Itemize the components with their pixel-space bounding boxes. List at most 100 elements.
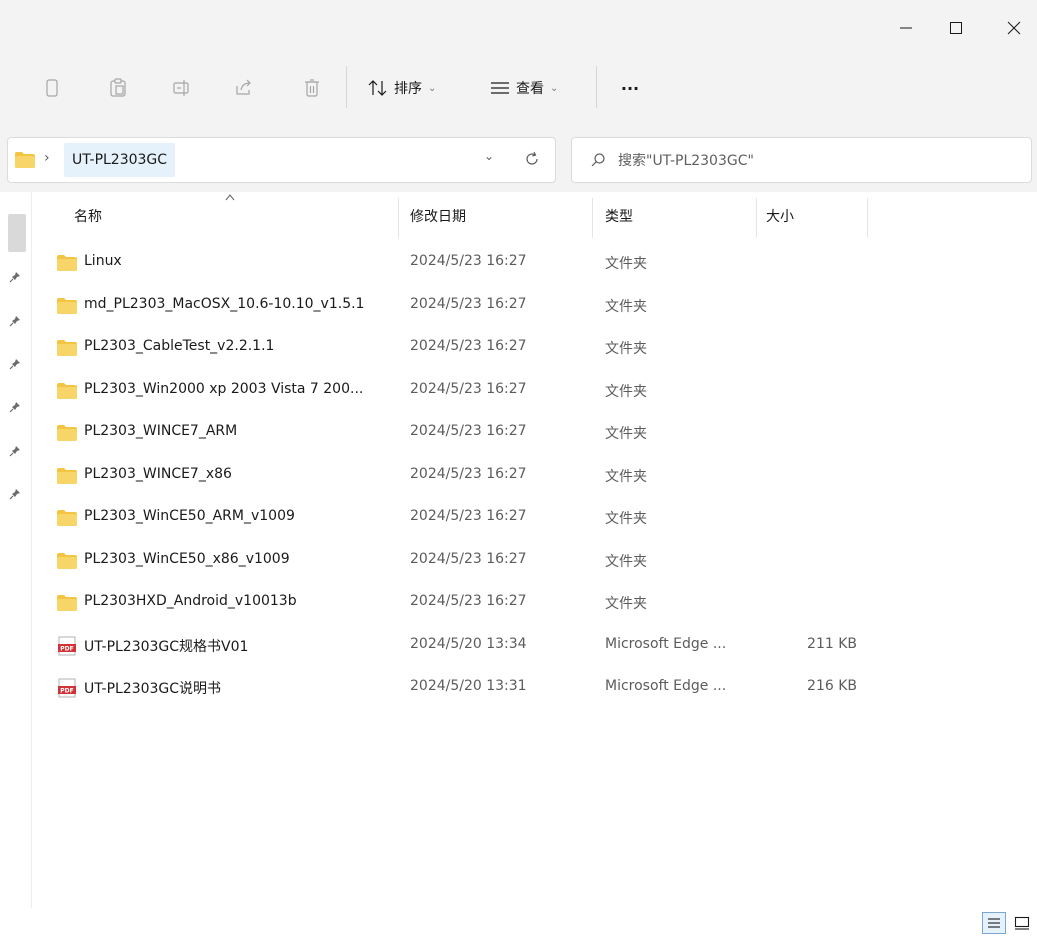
column-header-size[interactable]: 大小 bbox=[766, 206, 794, 226]
file-type: 文件夹 bbox=[605, 468, 647, 485]
address-history-chevron[interactable]: ⌄ bbox=[484, 149, 494, 163]
file-row[interactable]: PL2303_Win2000 xp 2003 Vista 7 200... 202… bbox=[32, 370, 1037, 412]
folder-icon bbox=[57, 340, 77, 356]
more-options-button[interactable]: ··· bbox=[612, 70, 648, 106]
search-box[interactable]: 搜索"UT-PL2303GC" bbox=[571, 137, 1032, 183]
file-row[interactable]: PL2303HXD_Android_v10013b 2024/5/23 16:27… bbox=[32, 582, 1037, 624]
file-name[interactable]: Linux bbox=[84, 253, 394, 269]
view-icon bbox=[491, 82, 509, 94]
file-name[interactable]: PL2303_WinCE50_x86_v1009 bbox=[84, 551, 394, 567]
paste-button[interactable] bbox=[100, 70, 136, 106]
pin-icon[interactable] bbox=[6, 312, 24, 330]
file-name[interactable]: PL2303_Win2000 xp 2003 Vista 7 200... bbox=[84, 381, 394, 397]
folder-icon bbox=[57, 297, 77, 314]
breadcrumb-label: UT-PL2303GC bbox=[72, 152, 168, 168]
chevron-down-icon: ⌄ bbox=[550, 82, 559, 94]
details-view-button[interactable] bbox=[982, 912, 1006, 934]
file-date: 2024/5/23 16:27 bbox=[410, 423, 527, 439]
view-toggle-group bbox=[982, 912, 1034, 934]
file-name[interactable]: PL2303_WinCE50_ARM_v1009 bbox=[84, 508, 394, 524]
view-button[interactable]: 查看 ⌄ bbox=[490, 70, 558, 106]
column-header-row: 名称 修改日期 类型 大小 bbox=[32, 192, 1037, 242]
column-divider[interactable] bbox=[867, 198, 868, 238]
view-label: 查看 bbox=[516, 81, 544, 97]
column-divider[interactable] bbox=[398, 198, 399, 238]
toolbar-separator bbox=[596, 66, 597, 108]
pin-icon[interactable] bbox=[6, 355, 24, 373]
pin-icon[interactable] bbox=[6, 442, 24, 460]
minimize-button[interactable] bbox=[883, 8, 929, 48]
file-type: 文件夹 bbox=[605, 511, 647, 527]
column-divider[interactable] bbox=[756, 198, 757, 238]
file-type: 文件夹 bbox=[605, 596, 647, 612]
file-date: 2024/5/23 16:27 bbox=[410, 338, 527, 354]
file-date: 2024/5/23 16:27 bbox=[410, 465, 527, 482]
file-row[interactable]: PDF UT-PL2303GC规格书V01 2024/5/20 13:34 Micro… bbox=[32, 625, 1037, 667]
column-divider[interactable] bbox=[592, 198, 593, 238]
refresh-icon[interactable] bbox=[524, 151, 540, 167]
file-row[interactable]: md_PL2303_MacOSX_10.6-10.10_v1.5.1 2024/5… bbox=[32, 285, 1037, 327]
chevron-down-icon: ⌄ bbox=[428, 82, 437, 94]
address-bar[interactable]: › UT-PL2303GC ⌄ bbox=[7, 137, 556, 183]
file-date: 2024/5/23 16:27 bbox=[410, 550, 527, 567]
file-date: 2024/5/23 16:27 bbox=[410, 295, 527, 312]
file-date: 2024/5/23 16:27 bbox=[410, 593, 527, 609]
sort-icon bbox=[368, 80, 387, 96]
folder-icon bbox=[57, 255, 77, 271]
minimize-icon bbox=[900, 27, 912, 29]
file-name[interactable]: PL2303_CableTest_v2.2.1.1 bbox=[84, 338, 394, 354]
file-name[interactable]: UT-PL2303GC规格书V01 bbox=[84, 636, 394, 656]
rename-button[interactable] bbox=[164, 70, 200, 106]
breadcrumb-current[interactable]: UT-PL2303GC bbox=[64, 143, 176, 177]
file-row[interactable]: PL2303_CableTest_v2.2.1.1 2024/5/23 16:27… bbox=[32, 327, 1037, 369]
file-size: 216 KB bbox=[807, 678, 857, 694]
file-row[interactable]: PDF UT-PL2303GC说明书 2024/5/20 13:31 Microsof… bbox=[32, 667, 1037, 709]
file-name[interactable]: UT-PL2303GC说明书 bbox=[84, 678, 394, 698]
file-type: 文件夹 bbox=[605, 341, 647, 357]
folder-icon bbox=[57, 467, 77, 484]
share-button[interactable] bbox=[226, 70, 262, 106]
column-header-type[interactable]: 类型 bbox=[605, 206, 633, 226]
file-row[interactable]: PL2303_WINCE7_x86 2024/5/23 16:27 文件夹 bbox=[32, 455, 1037, 497]
sort-ascending-icon bbox=[225, 194, 235, 201]
file-date: 2024/5/23 16:27 bbox=[410, 253, 527, 269]
file-name[interactable]: md_PL2303_MacOSX_10.6-10.10_v1.5.1 bbox=[84, 296, 394, 312]
svg-text:PDF: PDF bbox=[60, 688, 73, 695]
pin-icon[interactable] bbox=[6, 268, 24, 286]
command-bar: 排序 ⌄ 查看 ⌄ ··· bbox=[0, 56, 1037, 120]
nav-scrollbar-thumb[interactable] bbox=[8, 214, 26, 252]
toolbar-separator bbox=[346, 66, 347, 108]
file-size: 211 KB bbox=[807, 635, 857, 652]
pdf-icon: PDF bbox=[58, 678, 76, 698]
column-header-name[interactable]: 名称 bbox=[74, 206, 102, 226]
file-name[interactable]: PL2303_WINCE7_ARM bbox=[84, 423, 394, 439]
folder-icon bbox=[57, 552, 77, 569]
maximize-icon bbox=[950, 22, 962, 34]
file-row[interactable]: PL2303_WinCE50_x86_v1009 2024/5/23 16:27 文… bbox=[32, 540, 1037, 582]
file-row[interactable]: PL2303_WINCE7_ARM 2024/5/23 16:27 文件夹 bbox=[32, 412, 1037, 454]
file-name[interactable]: PL2303_WINCE7_x86 bbox=[84, 466, 394, 482]
search-placeholder: 搜索"UT-PL2303GC" bbox=[618, 153, 754, 169]
file-type: Microsoft Edge ... bbox=[605, 678, 727, 694]
delete-button[interactable] bbox=[294, 70, 330, 106]
copy-button[interactable] bbox=[34, 70, 70, 106]
maximize-button[interactable] bbox=[933, 8, 979, 48]
file-row[interactable]: PL2303_WinCE50_ARM_v1009 2024/5/23 16:27 文… bbox=[32, 497, 1037, 539]
file-date: 2024/5/20 13:34 bbox=[410, 635, 527, 652]
sort-button[interactable]: 排序 ⌄ bbox=[368, 70, 436, 106]
pin-icon[interactable] bbox=[6, 398, 24, 416]
file-name[interactable]: PL2303HXD_Android_v10013b bbox=[84, 593, 394, 609]
share-icon bbox=[236, 79, 251, 95]
search-icon bbox=[591, 153, 605, 167]
copy-icon bbox=[46, 79, 58, 97]
address-row: › UT-PL2303GC ⌄ 搜索"UT-PL2303GC" bbox=[0, 120, 1037, 192]
file-row[interactable]: Linux 2024/5/23 16:27 文件夹 bbox=[32, 242, 1037, 284]
column-header-date[interactable]: 修改日期 bbox=[410, 206, 466, 226]
tiles-view-button[interactable] bbox=[1010, 912, 1034, 934]
navigation-pane bbox=[0, 192, 32, 908]
pin-icon[interactable] bbox=[6, 485, 24, 503]
delete-icon bbox=[305, 79, 319, 97]
file-type: 文件夹 bbox=[605, 298, 647, 315]
close-button[interactable] bbox=[991, 8, 1037, 48]
rename-icon bbox=[173, 80, 189, 96]
